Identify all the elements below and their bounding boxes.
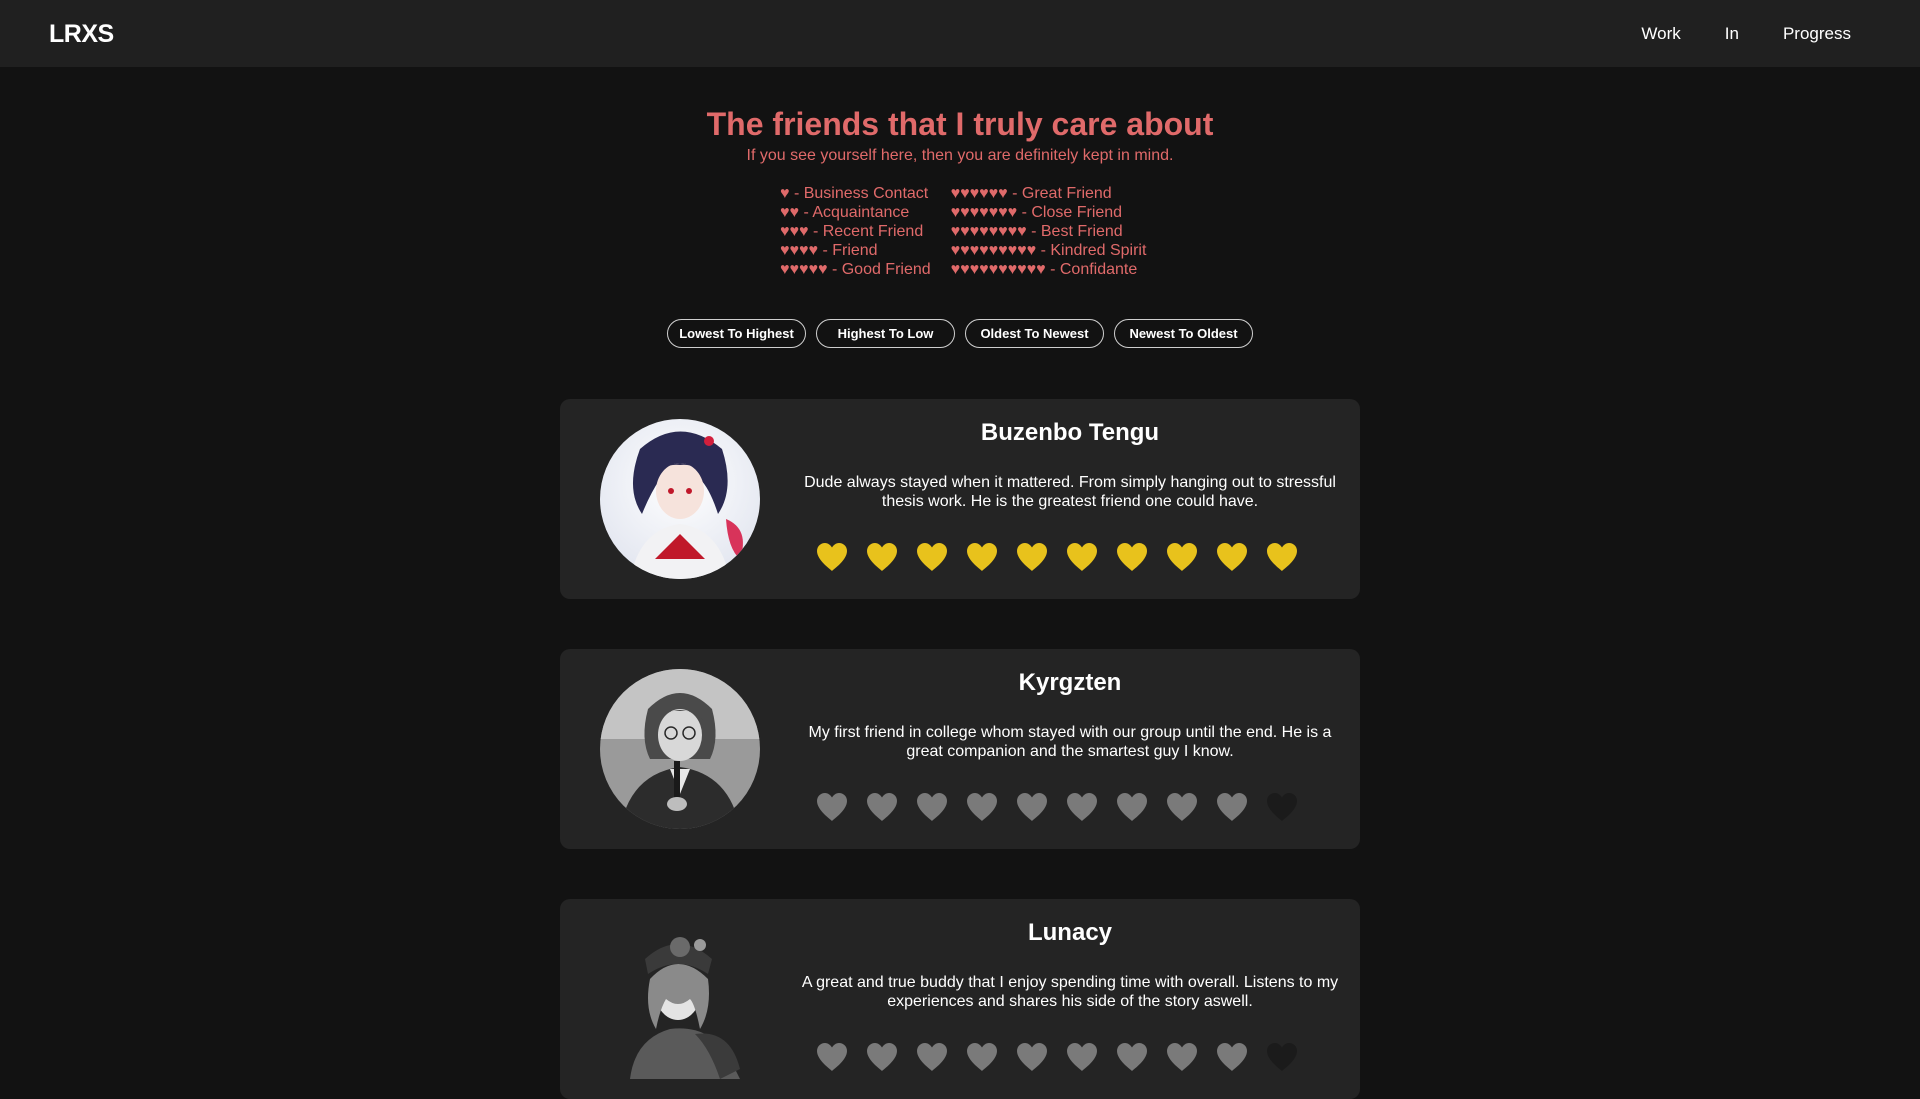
avatar-anime-portrait-image — [600, 419, 760, 579]
heart-icon — [917, 793, 947, 821]
page-title: The friends that I truly care about — [706, 106, 1214, 142]
heart-icon — [1117, 793, 1147, 821]
friend-avatar — [600, 669, 760, 829]
nav-link-in[interactable]: In — [1725, 24, 1739, 44]
heart-icon — [1017, 1043, 1047, 1071]
friend-name: Kyrgzten — [1018, 669, 1122, 696]
heart-icon — [1217, 793, 1247, 821]
sort-highest-to-low-button[interactable]: Highest To Low — [816, 319, 955, 348]
friend-description: My first friend in college whom stayed w… — [808, 724, 1332, 760]
heart-icon — [1267, 543, 1297, 571]
heart-icon — [1217, 1043, 1247, 1071]
friend-card: Buzenbo Tengu Dude always stayed when it… — [560, 399, 1360, 599]
heart-icon — [1117, 543, 1147, 571]
legend-column-right: ♥♥♥♥♥♥ - Great Friend ♥♥♥♥♥♥♥ - Close Fr… — [951, 184, 1147, 279]
avatar-anime-character-image — [600, 919, 760, 1079]
heart-icon — [1067, 543, 1097, 571]
heart-icon — [1267, 1043, 1297, 1071]
heart-icon — [1167, 1043, 1197, 1071]
heart-icon — [867, 543, 897, 571]
site-logo[interactable]: LRXS — [49, 20, 114, 49]
heart-icon — [1217, 543, 1247, 571]
legend-item: ♥♥♥♥♥♥♥♥♥ - Kindred Spirit — [950, 242, 1147, 259]
heart-icon — [967, 793, 997, 821]
legend-item: ♥♥♥ - Recent Friend — [780, 223, 924, 240]
heart-icon — [817, 1043, 847, 1071]
heart-icon — [867, 1043, 897, 1071]
top-navbar: LRXS Work In Progress — [0, 0, 1920, 67]
sort-newest-to-oldest-button[interactable]: Newest To Oldest — [1114, 319, 1253, 348]
heart-icon — [817, 793, 847, 821]
nav-link-progress[interactable]: Progress — [1783, 24, 1851, 44]
friend-avatar — [600, 919, 760, 1079]
heart-icon — [1017, 793, 1047, 821]
heart-icon — [1167, 543, 1197, 571]
friend-rating — [815, 791, 1299, 823]
legend-item: ♥♥♥♥♥♥♥♥ - Best Friend — [950, 223, 1123, 240]
friend-card: Lunacy A great and true buddy that I enj… — [560, 899, 1360, 1099]
friend-card: Kyrgzten My first friend in college whom… — [560, 649, 1360, 849]
heart-icon — [1267, 793, 1297, 821]
friend-description: Dude always stayed when it mattered. Fro… — [804, 474, 1336, 510]
avatar-person-photo-image — [600, 669, 760, 829]
friend-avatar — [600, 419, 760, 579]
heart-icon — [967, 543, 997, 571]
friend-name: Lunacy — [1027, 919, 1113, 946]
friend-description: A great and true buddy that I enjoy spen… — [801, 974, 1339, 1010]
legend-item: ♥♥♥♥♥♥♥♥♥♥ - Confidante — [950, 261, 1138, 278]
legend-item: ♥ - Business Contact — [780, 185, 929, 202]
legend-item: ♥♥♥♥ - Friend — [780, 242, 878, 259]
sort-oldest-to-newest-button[interactable]: Oldest To Newest — [965, 319, 1104, 348]
rating-legend: ♥ - Business Contact ♥♥ - Acquaintance ♥… — [780, 184, 1146, 279]
page-subtitle: If you see yourself here, then you are d… — [746, 147, 1174, 164]
heart-icon — [967, 1043, 997, 1071]
heart-icon — [1017, 543, 1047, 571]
heart-icon — [1117, 1043, 1147, 1071]
friend-name: Buzenbo Tengu — [980, 419, 1160, 446]
legend-item: ♥♥♥♥♥ - Good Friend — [780, 261, 931, 278]
nav-link-work[interactable]: Work — [1641, 24, 1680, 44]
friend-rating — [815, 1041, 1299, 1073]
heart-icon — [1167, 793, 1197, 821]
sort-lowest-to-highest-button[interactable]: Lowest To Highest — [667, 319, 806, 348]
heart-icon — [917, 1043, 947, 1071]
heart-icon — [817, 543, 847, 571]
legend-item: ♥♥ - Acquaintance — [780, 204, 910, 221]
heart-icon — [917, 543, 947, 571]
legend-column-left: ♥ - Business Contact ♥♥ - Acquaintance ♥… — [780, 184, 931, 279]
heart-icon — [1067, 793, 1097, 821]
heart-icon — [1067, 1043, 1097, 1071]
heart-icon — [867, 793, 897, 821]
sort-controls: Lowest To Highest Highest To Low Oldest … — [0, 319, 1920, 348]
nav-menu: Work In Progress — [1641, 24, 1851, 44]
legend-item: ♥♥♥♥♥♥ - Great Friend — [950, 185, 1112, 202]
friend-rating — [815, 541, 1299, 573]
legend-item: ♥♥♥♥♥♥♥ - Close Friend — [950, 204, 1123, 221]
